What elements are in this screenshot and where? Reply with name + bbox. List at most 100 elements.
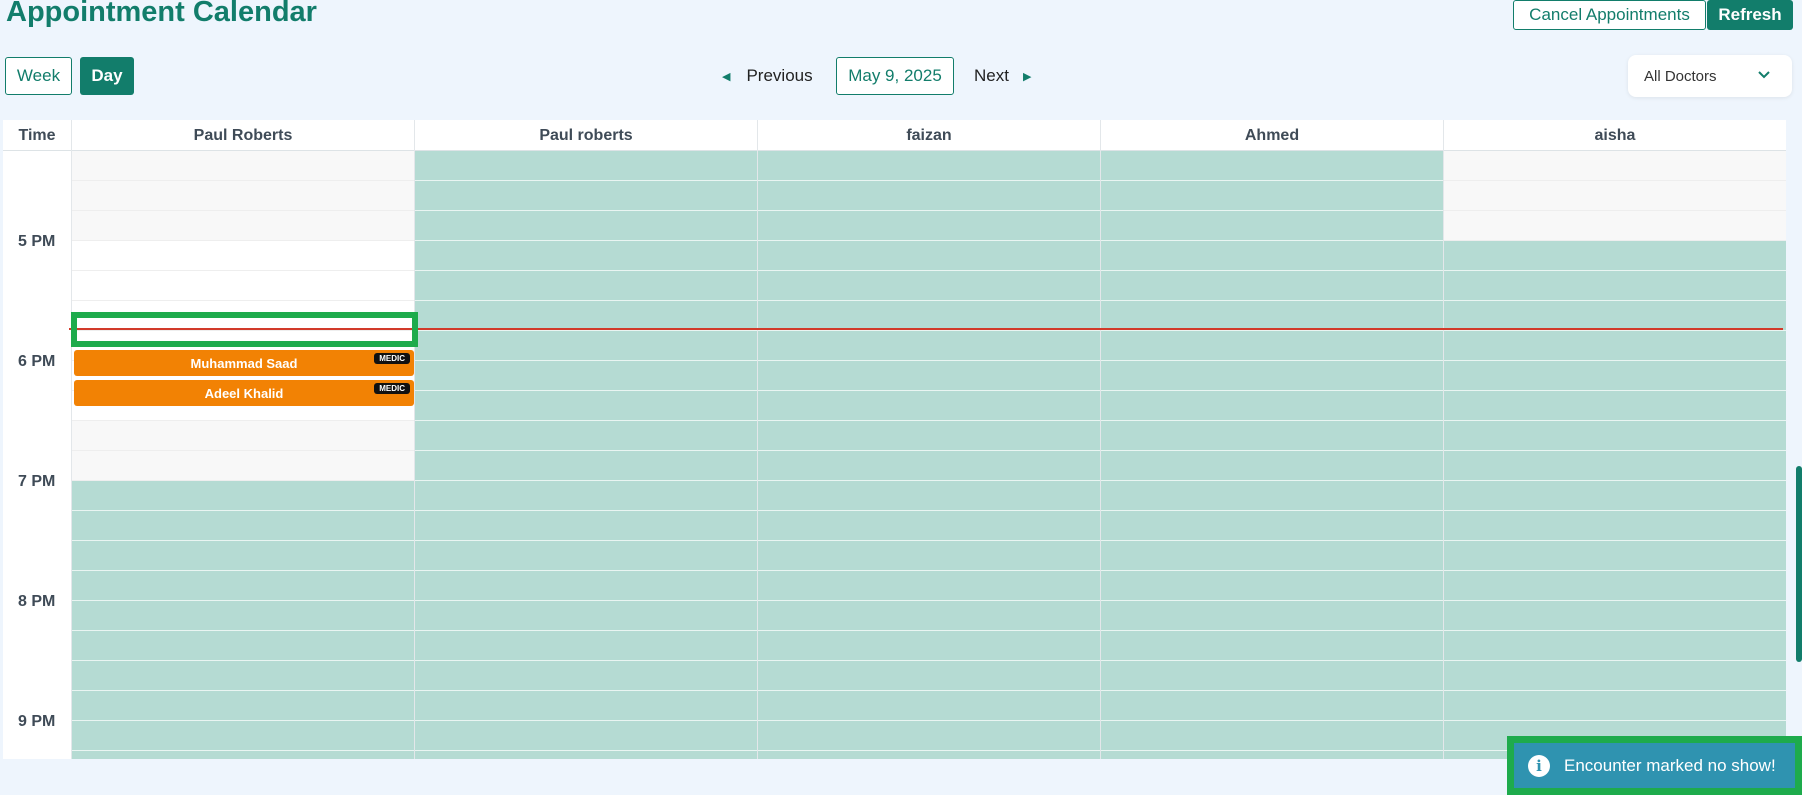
time-slot[interactable]	[1444, 151, 1786, 181]
time-slot[interactable]	[415, 451, 757, 481]
time-slot[interactable]	[415, 721, 757, 751]
time-slot[interactable]	[72, 511, 414, 541]
time-slot[interactable]	[72, 541, 414, 571]
current-date-button[interactable]: May 9, 2025	[836, 57, 954, 95]
time-slot[interactable]	[1101, 151, 1443, 181]
time-slot[interactable]	[1101, 211, 1443, 241]
time-slot[interactable]	[1101, 571, 1443, 601]
time-slot[interactable]	[1101, 181, 1443, 211]
time-slot[interactable]	[415, 571, 757, 601]
time-slot[interactable]	[1101, 241, 1443, 271]
time-slot[interactable]	[1444, 691, 1786, 721]
time-slot[interactable]	[415, 271, 757, 301]
time-slot[interactable]	[415, 601, 757, 631]
time-slot[interactable]	[758, 301, 1100, 331]
time-slot[interactable]	[758, 361, 1100, 391]
time-slot[interactable]	[758, 691, 1100, 721]
time-slot[interactable]	[1101, 301, 1443, 331]
time-slot[interactable]	[1101, 601, 1443, 631]
time-slot[interactable]	[415, 631, 757, 661]
time-slot[interactable]	[415, 211, 757, 241]
doctor-filter-select[interactable]: All Doctors	[1628, 55, 1792, 97]
time-slot[interactable]	[1101, 391, 1443, 421]
cancel-appointments-button[interactable]: Cancel Appointments	[1513, 0, 1706, 30]
time-slot[interactable]	[415, 301, 757, 331]
time-slot[interactable]	[1444, 541, 1786, 571]
time-slot[interactable]	[758, 751, 1100, 759]
time-slot[interactable]	[758, 211, 1100, 241]
time-slot[interactable]	[758, 241, 1100, 271]
time-slot[interactable]	[1444, 331, 1786, 361]
time-slot[interactable]	[72, 631, 414, 661]
time-slot[interactable]	[1101, 451, 1443, 481]
time-slot[interactable]	[1101, 631, 1443, 661]
time-slot[interactable]	[758, 451, 1100, 481]
day-view-button[interactable]: Day	[80, 57, 134, 95]
time-slot[interactable]	[758, 631, 1100, 661]
time-slot[interactable]	[1101, 481, 1443, 511]
time-slot[interactable]	[1444, 511, 1786, 541]
time-slot[interactable]	[72, 241, 414, 271]
time-slot[interactable]	[758, 571, 1100, 601]
time-slot[interactable]	[758, 271, 1100, 301]
time-slot[interactable]	[1444, 481, 1786, 511]
time-slot[interactable]	[415, 691, 757, 721]
time-slot[interactable]	[415, 541, 757, 571]
next-button[interactable]: Next ▶	[974, 57, 1031, 95]
time-slot[interactable]	[1101, 751, 1443, 759]
toast-notification[interactable]: i Encounter marked no show!	[1514, 743, 1795, 788]
time-slot[interactable]	[415, 481, 757, 511]
time-slot[interactable]	[72, 211, 414, 241]
time-slot[interactable]	[1444, 181, 1786, 211]
time-slot[interactable]	[758, 661, 1100, 691]
time-slot[interactable]	[1444, 211, 1786, 241]
week-view-button[interactable]: Week	[5, 57, 72, 95]
time-slot[interactable]	[1101, 691, 1443, 721]
doctor-column[interactable]	[1101, 151, 1444, 759]
doctor-column[interactable]	[415, 151, 758, 759]
time-slot[interactable]	[758, 721, 1100, 751]
time-slot[interactable]	[758, 541, 1100, 571]
time-slot[interactable]	[415, 361, 757, 391]
time-slot[interactable]	[1101, 421, 1443, 451]
time-slot[interactable]	[1101, 541, 1443, 571]
time-slot[interactable]	[1444, 271, 1786, 301]
time-slot[interactable]	[415, 151, 757, 181]
doctor-column[interactable]	[1444, 151, 1786, 759]
time-slot[interactable]	[758, 601, 1100, 631]
time-slot[interactable]	[758, 421, 1100, 451]
time-slot[interactable]	[758, 391, 1100, 421]
time-slot[interactable]	[72, 451, 414, 481]
time-slot[interactable]	[72, 481, 414, 511]
time-slot[interactable]	[1101, 721, 1443, 751]
time-slot[interactable]	[72, 151, 414, 181]
previous-button[interactable]: ◀ Previous	[722, 57, 813, 95]
time-slot[interactable]	[758, 331, 1100, 361]
time-slot[interactable]	[758, 181, 1100, 211]
time-slot[interactable]	[415, 181, 757, 211]
time-slot[interactable]	[1444, 601, 1786, 631]
time-slot[interactable]	[1101, 361, 1443, 391]
time-slot[interactable]	[72, 691, 414, 721]
appointment-event[interactable]: Muhammad Saad MEDIC	[74, 350, 414, 376]
time-slot[interactable]	[1444, 661, 1786, 691]
time-slot[interactable]	[758, 481, 1100, 511]
time-slot[interactable]	[415, 751, 757, 759]
time-slot[interactable]	[72, 661, 414, 691]
doctor-column[interactable]	[72, 151, 415, 759]
time-slot[interactable]	[1444, 421, 1786, 451]
time-slot[interactable]	[415, 661, 757, 691]
time-slot[interactable]	[758, 151, 1100, 181]
time-slot[interactable]	[1444, 571, 1786, 601]
refresh-button[interactable]: Refresh	[1707, 0, 1793, 30]
time-slot[interactable]	[1101, 271, 1443, 301]
time-slot[interactable]	[1444, 301, 1786, 331]
time-slot[interactable]	[415, 511, 757, 541]
time-slot[interactable]	[1101, 511, 1443, 541]
time-slot[interactable]	[72, 181, 414, 211]
time-slot[interactable]	[1444, 241, 1786, 271]
time-slot[interactable]	[1444, 631, 1786, 661]
time-slot[interactable]	[1444, 361, 1786, 391]
time-slot[interactable]	[758, 511, 1100, 541]
time-slot[interactable]	[72, 751, 414, 759]
